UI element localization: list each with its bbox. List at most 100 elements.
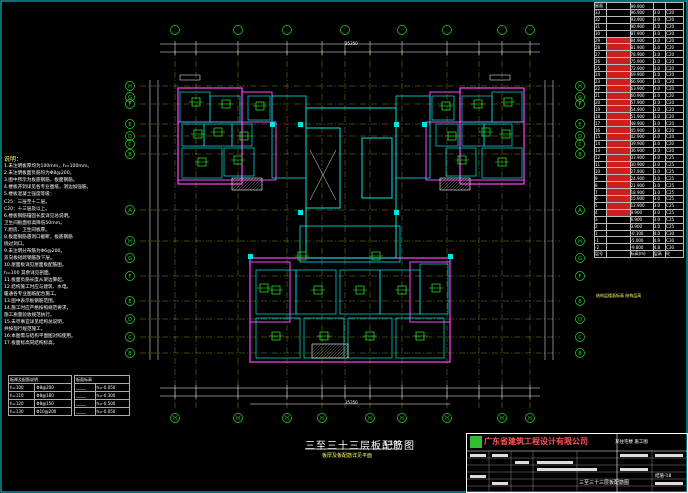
- level-cell: [606, 181, 631, 190]
- level-cell: 30: [593, 29, 608, 38]
- level-cell: 3.0: [652, 195, 667, 203]
- corridor-wall: [395, 95, 431, 179]
- level-cell: 19: [593, 105, 608, 114]
- grid-bubble-top: [525, 25, 535, 35]
- room-wall: [295, 269, 337, 315]
- note-line: 施工质量验收规范执行。: [4, 313, 55, 319]
- room-wall: [181, 147, 223, 179]
- level-cell: 32: [593, 15, 608, 24]
- level-row: 5 12.900 3.0 C25: [593, 201, 684, 210]
- legend-left-cell: h=120: [7, 399, 36, 408]
- level-row: 23 66.900 3.0 C20: [593, 77, 684, 86]
- hatch-line: [315, 343, 331, 359]
- general-notes: 说明： 1.未注明板厚均为100mm，h=100mm。 2.未注明板面负筋均为Φ8…: [4, 156, 122, 348]
- level-cell: C30: [665, 229, 684, 238]
- legend-left-cell: h=100: [7, 383, 36, 392]
- level-cell: 3: [593, 215, 608, 224]
- level-cell: 66.900: [629, 77, 654, 86]
- level-cell: [606, 160, 631, 169]
- level-cell: [606, 250, 631, 259]
- notes-header: 说明：: [4, 156, 23, 163]
- level-row: 32 93.900 3.0 C20: [593, 15, 684, 24]
- level-cell: 3.0: [652, 22, 667, 31]
- level-row: 16 45.900 3.0 C20: [593, 126, 684, 135]
- cad-canvas[interactable]: HHGGFFEEDDCCBBAAHHGGFFEEDDCCBBHHHHHHHHH …: [0, 0, 688, 493]
- title-block-drawing-name: 三至三十三层板配筋图: [579, 480, 630, 486]
- note-line: 绕过洞口。: [4, 242, 27, 248]
- note-line: 并按现行规范施工。: [4, 327, 46, 333]
- level-cell: C20: [665, 126, 684, 135]
- grid-label-left: D: [128, 134, 132, 140]
- level-cell: 33.900: [629, 153, 654, 162]
- level-cell: [606, 139, 631, 148]
- hatch-line: [333, 343, 349, 359]
- grid-label-right: H: [578, 84, 582, 90]
- level-cell: [606, 77, 631, 86]
- level-cell: 15: [593, 133, 608, 141]
- floor-level-table: 屋面 99.900 33 96.900 3.0 C20 32 93.900 3.0 C20 31 90…: [593, 2, 684, 259]
- grid-label-left: F: [129, 102, 132, 108]
- level-row: 层号 标高(m) 层高砼: [593, 250, 684, 259]
- level-cell: 20: [593, 98, 608, 107]
- callout-box: [489, 74, 511, 81]
- legend-left-cell: h=130: [7, 407, 36, 416]
- level-cell: C20: [665, 77, 684, 86]
- level-cell: [606, 29, 631, 38]
- level-cell: 3.0: [652, 139, 667, 148]
- level-row: 22 63.900 3.0 C20: [593, 84, 684, 93]
- room-wall: [223, 147, 255, 177]
- note-line: 16.本图需与结构平面图对照使用。: [4, 334, 76, 340]
- level-cell: 36.900: [629, 146, 654, 155]
- column: [422, 122, 427, 127]
- grid-label-left: A: [128, 208, 132, 214]
- level-cell: C20: [665, 98, 684, 107]
- note-line: 7.厨房、卫生间板厚。: [4, 227, 50, 233]
- level-cell: [606, 112, 631, 121]
- elevator-outline: [361, 137, 393, 199]
- grid-label-right: E: [578, 299, 581, 305]
- legend-left-cell: Φ8@200: [34, 383, 72, 392]
- room-wall: [491, 91, 523, 123]
- stair-outline: [305, 127, 341, 209]
- room-wall: [379, 269, 421, 315]
- hatch-line: [231, 177, 239, 185]
- level-cell: 22: [593, 84, 608, 93]
- room-wall: [181, 123, 205, 147]
- grid-label-bottom: H: [173, 416, 177, 422]
- level-cell: 4.9: [652, 236, 667, 245]
- level-row: 33 96.900 3.0 C20: [593, 9, 684, 17]
- callout-box: [179, 74, 201, 81]
- level-cell: 标高(m): [629, 250, 654, 259]
- room-wall: [431, 95, 455, 121]
- level-cell: [606, 71, 631, 79]
- level-cell: -5.000: [629, 236, 654, 245]
- hatch-line: [311, 343, 325, 357]
- level-cell: 3.0: [652, 126, 667, 135]
- level-row: 8 21.900 3.0 C25: [593, 181, 684, 190]
- level-cell: C25: [665, 160, 684, 169]
- level-cell: C25: [665, 174, 684, 183]
- level-cell: [606, 195, 631, 203]
- grid-label-bottom: H: [445, 416, 449, 422]
- legend-left-header: 板厚及配筋说明: [8, 375, 72, 384]
- level-row: 3 6.900 3.0 C25: [593, 215, 684, 224]
- slab-outline: [177, 121, 277, 181]
- legend-left-cell: h=110: [7, 391, 36, 400]
- level-row: 14 39.900 3.0 C20: [593, 139, 684, 148]
- level-cell: [606, 9, 631, 17]
- grid-label-right: H: [578, 239, 582, 245]
- level-cell: 3.0: [652, 15, 667, 24]
- level-cell: 3.0: [652, 77, 667, 86]
- column: [448, 254, 453, 259]
- level-cell: [606, 229, 631, 238]
- level-cell: 16: [593, 126, 608, 135]
- level-cell: C25: [665, 167, 684, 176]
- level-cell: 1: [593, 229, 608, 238]
- level-cell: 84.900: [629, 36, 654, 45]
- hatch-line: [321, 343, 337, 359]
- level-cell: -0.100: [629, 229, 654, 238]
- grid-label-bottom: H: [500, 416, 504, 422]
- level-cell: [606, 98, 631, 107]
- legend-right-cell: h=-0.050: [94, 383, 131, 392]
- level-cell: 13: [593, 146, 608, 155]
